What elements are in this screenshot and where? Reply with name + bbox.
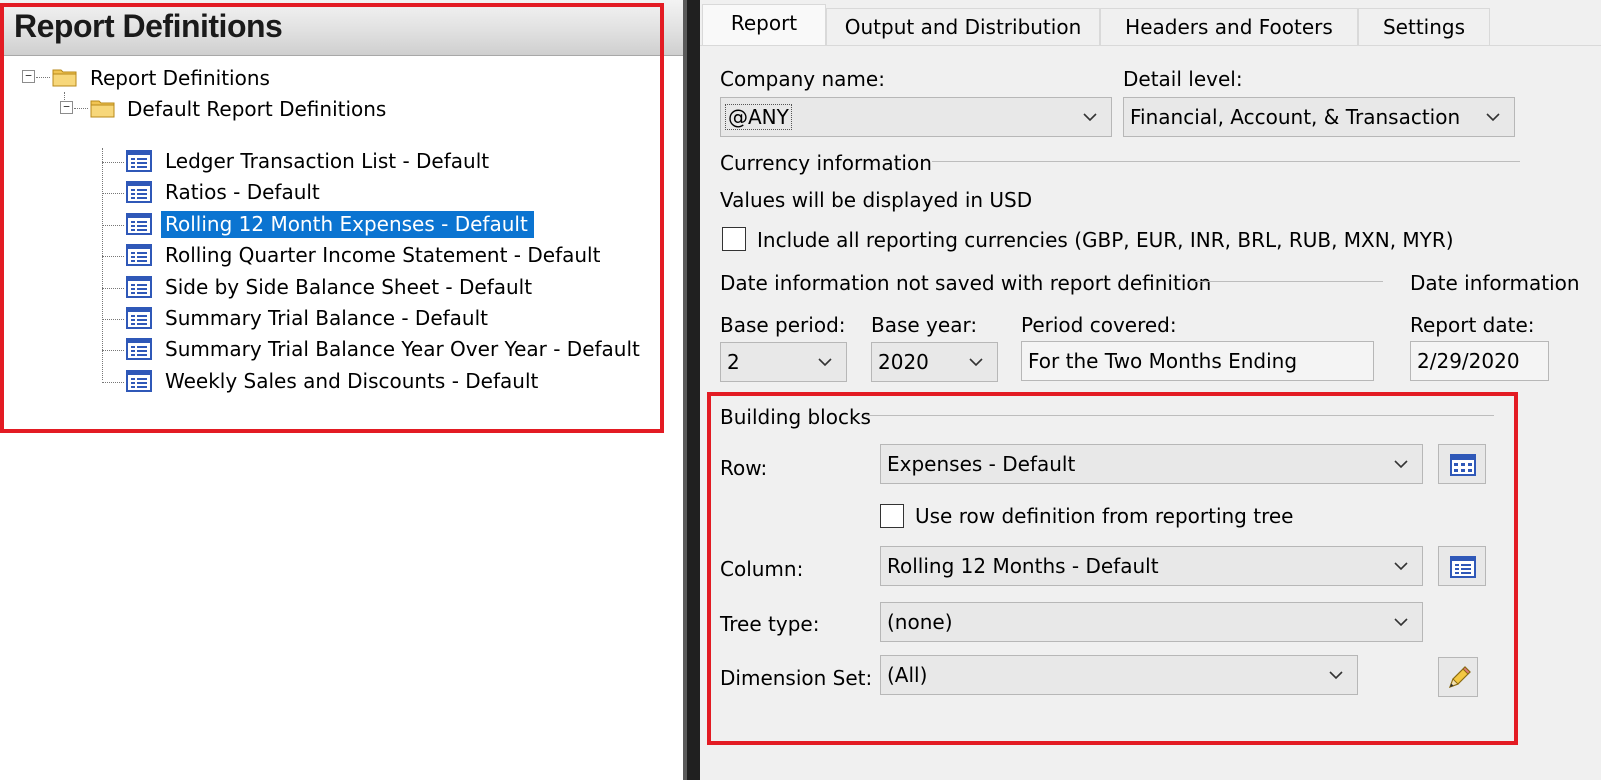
tab-headers-and-footers[interactable]: Headers and Footers [1100, 8, 1358, 46]
period-covered-value: For the Two Months Ending [1028, 349, 1298, 373]
company-name-dropdown[interactable]: @ANY [720, 97, 1112, 137]
report-date-field[interactable]: 2/29/2020 [1410, 341, 1549, 381]
tab-report[interactable]: Report [702, 4, 826, 46]
base-period-label: Base period: [720, 313, 846, 337]
section-divider [932, 161, 1520, 162]
tab-output-and-distribution[interactable]: Output and Distribution [826, 8, 1100, 46]
base-year-dropdown[interactable]: 2020 [871, 342, 998, 382]
highlight-box-building-blocks [707, 392, 1518, 745]
report-date-value: 2/29/2020 [1417, 349, 1520, 373]
date-section-title: Date information not saved with report d… [720, 271, 1212, 295]
tab-settings[interactable]: Settings [1358, 8, 1490, 46]
detail-level-dropdown[interactable]: Financial, Account, & Transaction [1123, 97, 1515, 137]
pane-splitter[interactable] [687, 0, 700, 780]
detail-level-value: Financial, Account, & Transaction [1130, 105, 1461, 129]
date-section-title-right: Date information [1410, 271, 1580, 295]
chevron-down-icon [818, 358, 832, 367]
period-covered-field[interactable]: For the Two Months Ending [1021, 341, 1374, 381]
period-covered-label: Period covered: [1021, 313, 1177, 337]
base-year-label: Base year: [871, 313, 978, 337]
section-divider [1193, 281, 1383, 282]
base-period-value: 2 [727, 350, 740, 374]
include-all-currencies-checkbox[interactable] [722, 227, 746, 251]
currency-section-title: Currency information [720, 151, 932, 175]
chevron-down-icon [1486, 113, 1500, 122]
base-period-dropdown[interactable]: 2 [720, 342, 847, 382]
chevron-down-icon [969, 358, 983, 367]
chevron-down-icon [1083, 113, 1097, 122]
tab-divider [700, 45, 1601, 46]
report-date-label: Report date: [1410, 313, 1535, 337]
detail-level-label: Detail level: [1123, 67, 1243, 91]
currency-display-text: Values will be displayed in USD [720, 188, 1033, 212]
base-year-value: 2020 [878, 350, 929, 374]
highlight-box-report-tree [0, 3, 664, 433]
company-name-label: Company name: [720, 67, 885, 91]
company-name-value: @ANY [725, 104, 792, 130]
include-all-currencies-label: Include all reporting currencies (GBP, E… [757, 228, 1454, 252]
